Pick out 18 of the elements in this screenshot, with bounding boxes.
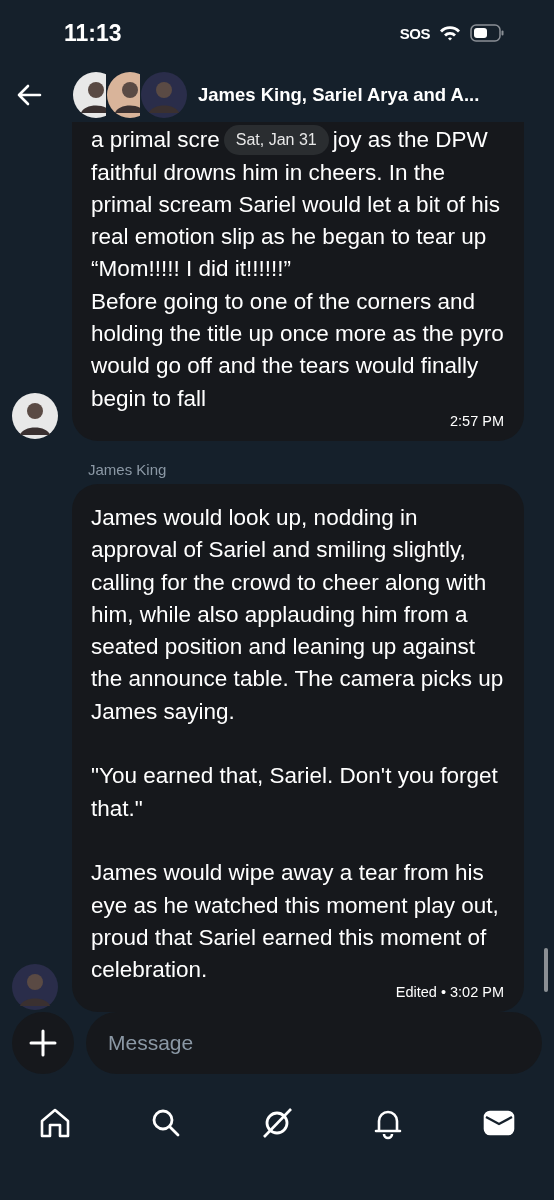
message-text: joy as the DPW bbox=[332, 126, 488, 155]
sos-indicator: SOS bbox=[399, 24, 430, 42]
message-input[interactable]: Message bbox=[86, 1012, 542, 1075]
back-arrow-icon[interactable] bbox=[16, 83, 42, 106]
sender-name: James King bbox=[88, 460, 168, 478]
message-text: a primal scre bbox=[91, 126, 220, 155]
add-button[interactable] bbox=[12, 1012, 74, 1075]
wifi-icon bbox=[439, 25, 461, 42]
status-time: 11:13 bbox=[64, 19, 122, 47]
conversation-title[interactable]: James King, Sariel Arya and A... bbox=[198, 83, 480, 106]
message-time: Edited • 3:02 PM bbox=[395, 984, 504, 1001]
date-pill: Sat, Jan 31 bbox=[223, 125, 329, 156]
message-time: 2:57 PM bbox=[450, 412, 504, 429]
scrollbar[interactable] bbox=[544, 948, 548, 993]
message-text: faithful drowns him in cheers. In the primal scream Sariel would let a bit of his real emotion slip as he began to tear up “Mom!!!!! I did it!!!!!!” Before going to one of the corners and holding the title up once more as the pyro would go off and the tears would finally begin to fall bbox=[91, 158, 504, 413]
message-text: James would look up, nodding in approval of Sariel and smiling slightly, calling for the crowd to cheer along with him, while also applauding him from a seated position and leaning up against the announce table. The camera picks up James saying. "You earned that, Sariel. Don't you forget that." James would wipe away a tear from his eye as he watched this moment play out, proud that Sariel earned this moment of celebration. bbox=[91, 503, 504, 985]
avatar[interactable] bbox=[12, 392, 58, 439]
battery-icon bbox=[470, 24, 504, 43]
